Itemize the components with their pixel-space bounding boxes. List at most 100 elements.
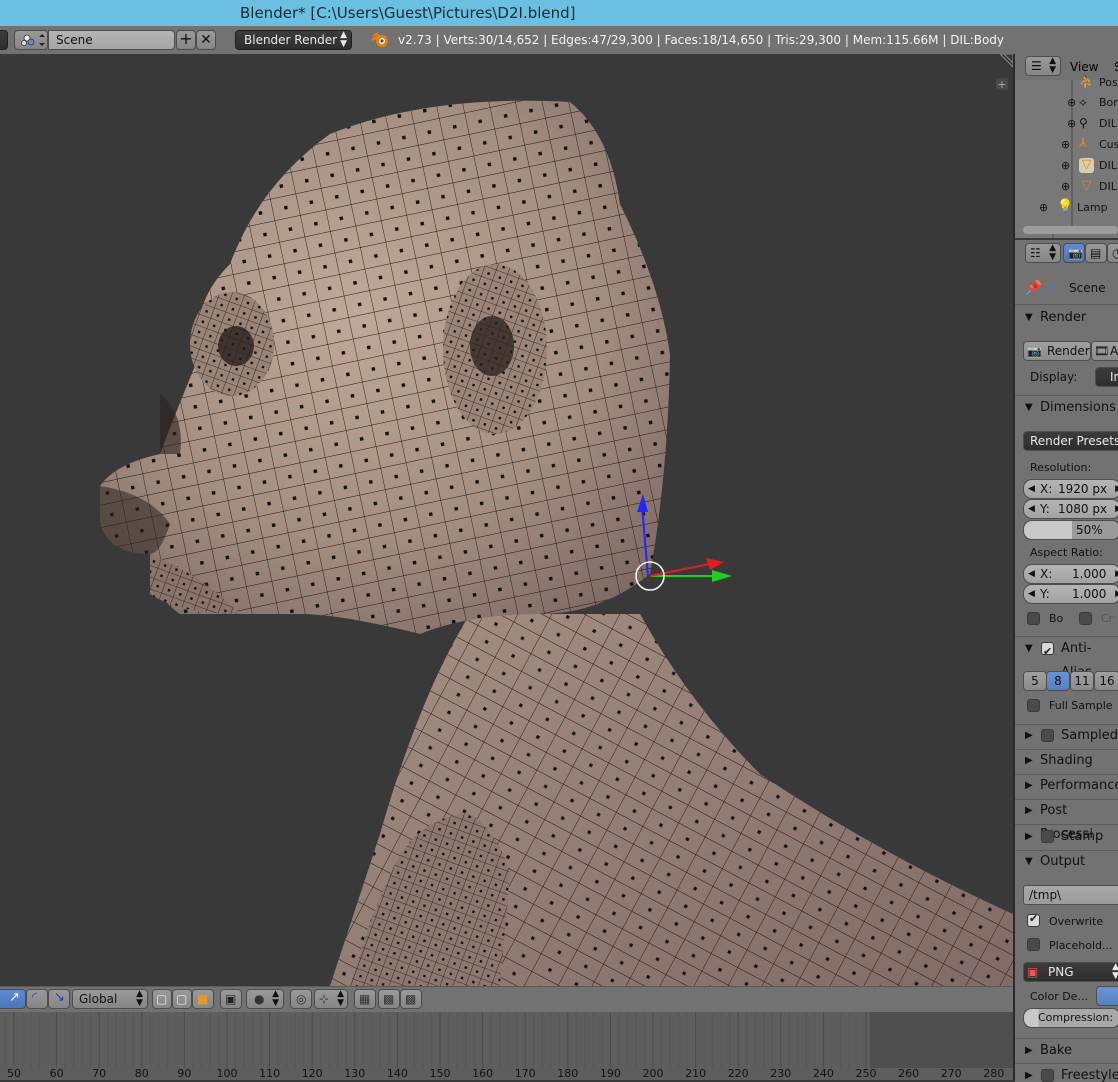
- snap-element-select[interactable]: ⊹ ▲ ▼: [314, 989, 348, 1009]
- area-split-icon[interactable]: [999, 54, 1013, 68]
- bake-panel-header[interactable]: ▶ Bake: [1015, 1039, 1118, 1063]
- expand-icon[interactable]: ⊕: [1061, 181, 1072, 192]
- outliner-item-mesh-2[interactable]: ⊕ ▽ DIL: [1015, 176, 1118, 197]
- outliner-item-bones[interactable]: ⊕ ⟡ Bon: [1015, 92, 1118, 113]
- dimensions-panel-header[interactable]: ▼ Dimensions: [1015, 396, 1118, 420]
- scale-manipulator-button[interactable]: ↘: [48, 989, 70, 1009]
- opengl-render-button[interactable]: ▦: [354, 989, 376, 1009]
- motion-blur-checkbox[interactable]: [1041, 729, 1054, 742]
- camera-icon: ▦: [359, 992, 371, 1006]
- crop-checkbox[interactable]: [1079, 612, 1092, 625]
- shading-panel-header[interactable]: ▶ Shading: [1015, 749, 1118, 773]
- limit-selection-button[interactable]: ▣: [220, 989, 242, 1009]
- outliner-item-custom[interactable]: ⊕ ⅄ Cus: [1015, 134, 1118, 155]
- color-depth-label: Color De...: [1030, 990, 1088, 1003]
- properties-editor-type-button[interactable]: ☷ ▲ ▼: [1025, 243, 1061, 263]
- render-engine-select[interactable]: Blender Render ▲ ▼: [235, 30, 352, 50]
- render-button[interactable]: 📷 Render: [1023, 341, 1091, 361]
- 3d-viewport[interactable]: +: [0, 54, 1013, 986]
- outliner-item-pose[interactable]: ⛹ Pos: [1015, 72, 1118, 93]
- aa-sample-11[interactable]: 11: [1070, 671, 1094, 691]
- resolution-x-field[interactable]: ◀ X: 1920 px ▶: [1023, 479, 1118, 499]
- mesh-icon: ▽: [1079, 158, 1094, 173]
- opengl-render-animation-button[interactable]: ▩: [378, 989, 400, 1009]
- outliner-item-lamp[interactable]: ⊕ 💡 Lamp: [1015, 197, 1118, 218]
- display-label: Display:: [1030, 370, 1078, 384]
- aspect-x-field[interactable]: ◀ X: 1.000 ▶: [1023, 564, 1118, 584]
- proportional-edit-button[interactable]: ◎: [290, 989, 312, 1009]
- render-presets-menu[interactable]: Render Presets: [1023, 431, 1118, 451]
- pivot-point-select[interactable]: ● ▲ ▼: [246, 989, 284, 1009]
- render-engine-value: Blender Render: [244, 33, 338, 47]
- editor-type-button[interactable]: [0, 30, 8, 50]
- timeline[interactable]: 50 60 70 80 90 100 110 120 130 140 150 160 170 180 190…: [0, 1012, 1013, 1080]
- aa-sample-16[interactable]: 16: [1094, 671, 1118, 691]
- border-checkbox[interactable]: [1027, 612, 1040, 625]
- file-format-select[interactable]: ▣ PNG ▲▼: [1023, 962, 1118, 982]
- panel-expanded-icon: ▼: [1025, 856, 1033, 867]
- compression-slider[interactable]: Compression:: [1023, 1008, 1118, 1028]
- color-depth-8-button[interactable]: [1096, 986, 1118, 1006]
- toolshelf-toggle-icon[interactable]: +: [996, 78, 1008, 91]
- freestyle-checkbox[interactable]: [1041, 1069, 1054, 1082]
- outliner-item-armature[interactable]: ⊕ ⚲ DIL: [1015, 113, 1118, 134]
- decrement-arrow-icon[interactable]: ◀: [1028, 585, 1035, 603]
- aa-sample-5[interactable]: 5: [1023, 671, 1047, 691]
- render-animation-button[interactable]: 🎞 Ani: [1091, 341, 1118, 361]
- pivot-icon: ●: [254, 992, 265, 1006]
- transform-orientation-select[interactable]: Global ▲ ▼: [72, 989, 148, 1009]
- decrement-arrow-icon[interactable]: ◀: [1028, 500, 1035, 518]
- render-layers-tab[interactable]: ▤: [1085, 243, 1107, 263]
- render-panel-header[interactable]: ▼ Render: [1015, 306, 1118, 330]
- expand-icon[interactable]: ⊕: [1067, 118, 1078, 129]
- delete-scene-button[interactable]: ✕: [196, 30, 216, 50]
- freestyle-panel-header[interactable]: ▶ Freestyle: [1015, 1064, 1118, 1082]
- outliner-list: ⛹ Pos ⊕ ⟡ Bon ⊕ ⚲ DIL ⊕ ⅄ Cus ⊕ ▽ DIL ⊕ …: [1015, 75, 1118, 238]
- expand-icon[interactable]: ⊕: [1061, 139, 1072, 150]
- output-path-field[interactable]: /tmp\: [1023, 885, 1118, 905]
- stamp-checkbox[interactable]: [1041, 830, 1054, 843]
- render-tab[interactable]: 📷: [1063, 243, 1085, 263]
- outliner-scrollbar[interactable]: [1023, 226, 1118, 234]
- render-film-button[interactable]: ▩: [400, 989, 422, 1009]
- rotate-manipulator-button[interactable]: ◜: [26, 989, 48, 1009]
- decrement-arrow-icon[interactable]: ◀: [1028, 565, 1035, 583]
- face-select-button[interactable]: ■: [192, 989, 214, 1009]
- edge-select-button[interactable]: ▢: [172, 989, 192, 1009]
- resolution-y-field[interactable]: ◀ Y: 1080 px ▶: [1023, 499, 1118, 519]
- scene-name-field[interactable]: Scene: [48, 30, 175, 50]
- timeline-frame-label: 260: [898, 1067, 920, 1080]
- timeline-frame-label: 130: [344, 1067, 366, 1080]
- expand-icon[interactable]: ⊕: [1061, 160, 1072, 171]
- timeline-frame-label: 50: [7, 1067, 21, 1080]
- stamp-panel-header[interactable]: ▶ Stamp: [1015, 825, 1118, 849]
- placeholders-checkbox[interactable]: [1027, 938, 1040, 951]
- sampled-motion-blur-panel-header[interactable]: ▶ Sampled: [1015, 724, 1118, 748]
- screen-layout-button[interactable]: [14, 30, 48, 50]
- vertex-select-button[interactable]: ▢: [152, 989, 172, 1009]
- film-icon: 🎞: [1094, 344, 1110, 358]
- mesh-view[interactable]: +: [0, 54, 1013, 986]
- translate-manipulator-button[interactable]: ↗: [0, 989, 26, 1009]
- expand-icon[interactable]: ⊕: [1039, 202, 1050, 213]
- timeline-frame-label: 160: [472, 1067, 494, 1080]
- outliner-item-mesh-1[interactable]: ⊕ ▽ DIL: [1015, 155, 1118, 176]
- output-panel-header[interactable]: ▼ Output: [1015, 850, 1118, 874]
- expand-icon[interactable]: ⊕: [1067, 97, 1078, 108]
- add-scene-button[interactable]: +: [176, 30, 196, 50]
- aa-sample-8[interactable]: 8: [1046, 671, 1070, 691]
- resolution-percent-slider[interactable]: 50%: [1023, 520, 1118, 540]
- performance-panel-header[interactable]: ▶ Performance: [1015, 774, 1118, 798]
- antialias-checkbox[interactable]: [1041, 640, 1054, 664]
- aspect-y-field[interactable]: ◀ Y: 1.000 ▶: [1023, 584, 1118, 604]
- antialias-panel-header[interactable]: ▼ Anti-Alias: [1015, 637, 1118, 680]
- overwrite-checkbox[interactable]: [1027, 912, 1040, 927]
- scene-tab[interactable]: ◔: [1107, 243, 1118, 263]
- timeline-frame-label: 120: [301, 1067, 323, 1080]
- decrement-arrow-icon[interactable]: ◀: [1028, 480, 1035, 498]
- updown-arrows-icon: ▲▼: [337, 989, 344, 1008]
- pin-icon[interactable]: 📌: [1025, 280, 1042, 296]
- display-select[interactable]: Im: [1095, 367, 1118, 387]
- full-sample-checkbox[interactable]: [1027, 699, 1040, 712]
- post-processing-panel-header[interactable]: ▶ Post Processi: [1015, 799, 1118, 842]
